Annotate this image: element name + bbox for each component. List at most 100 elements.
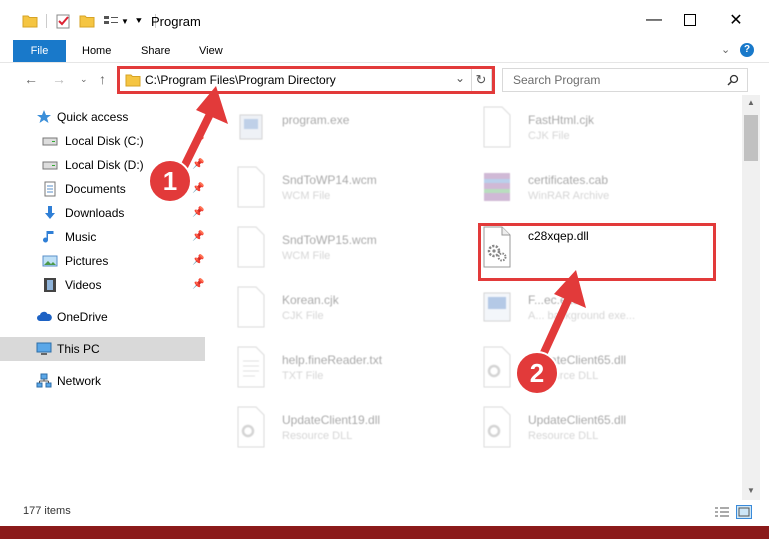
close-icon: ✕ xyxy=(729,12,743,29)
pin-icon[interactable]: 📌 xyxy=(192,207,204,219)
chevron-down-icon[interactable]: ▼ xyxy=(121,17,129,26)
minimize-icon: — xyxy=(646,11,662,28)
sidebar-item-label: Network xyxy=(57,374,102,388)
file-type: Resource DLL xyxy=(282,430,353,442)
view-options-icon[interactable] xyxy=(103,14,119,28)
exe-file-icon xyxy=(483,292,511,322)
file-item[interactable]: program.exe xyxy=(234,101,474,157)
music-icon xyxy=(43,231,54,243)
quick-access-toolbar: ▼ ⯆ xyxy=(22,12,156,30)
file-type: WinRAR Archive xyxy=(528,190,610,202)
large-icons-view-icon[interactable] xyxy=(736,505,752,519)
file-name: certificates.cab xyxy=(528,173,609,187)
pictures-icon xyxy=(42,255,58,267)
sidebar-item-label: Quick access xyxy=(57,110,129,124)
sidebar-item-onedrive[interactable]: OneDrive xyxy=(0,305,205,329)
details-view-icon[interactable] xyxy=(714,506,730,518)
scroll-up-icon[interactable]: ▲ xyxy=(747,98,755,107)
ribbon: File Home Share View ⌄ ? xyxy=(0,40,769,63)
step-marker-1: 1 xyxy=(148,159,192,203)
file-type: TXT File xyxy=(282,370,324,382)
scroll-thumb[interactable] xyxy=(744,115,758,161)
title-bar: ▼ ⯆ Program — ✕ xyxy=(0,0,769,40)
search-input[interactable]: Search Program xyxy=(513,73,600,87)
item-count: 177 items xyxy=(23,505,71,517)
file-item[interactable]: UpdateClient65.dll Resource DLL xyxy=(480,401,720,457)
forward-arrow-icon[interactable]: → xyxy=(52,71,66,87)
properties-icon[interactable] xyxy=(55,13,71,29)
file-name: help.fineReader.txt xyxy=(282,353,383,367)
downloads-icon xyxy=(45,206,55,219)
file-name: SndToWP15.wcm xyxy=(282,233,377,247)
maximize-button[interactable] xyxy=(667,0,713,40)
dll-file-icon xyxy=(483,406,511,448)
file-item[interactable]: help.fineReader.txt TXT File xyxy=(234,341,474,397)
sidebar-item-this-pc[interactable]: This PC xyxy=(0,337,205,361)
vertical-scrollbar[interactable]: ▲ ▼ xyxy=(742,95,760,500)
documents-icon xyxy=(44,181,56,197)
tab-home[interactable]: Home xyxy=(82,40,111,62)
search-box[interactable]: Search Program xyxy=(502,68,748,92)
close-button[interactable]: ✕ xyxy=(713,0,759,40)
maximize-icon xyxy=(684,14,696,26)
recent-locations-icon[interactable]: ⌄ xyxy=(80,74,88,85)
file-item[interactable]: F...ec.exe A... background exe... xyxy=(480,281,720,337)
search-icon[interactable] xyxy=(727,74,739,86)
sidebar-item-label: Pictures xyxy=(65,254,109,268)
expand-ribbon-icon[interactable]: ⌄ xyxy=(721,43,730,56)
folder-icon[interactable] xyxy=(22,14,38,28)
computer-icon xyxy=(36,342,52,355)
tab-view[interactable]: View xyxy=(199,40,223,62)
sidebar-item-pictures[interactable]: Pictures 📌 xyxy=(0,249,205,273)
back-arrow-icon[interactable]: ← xyxy=(24,71,38,87)
toolbar-divider xyxy=(38,14,47,28)
sidebar-item-label: This PC xyxy=(57,342,100,356)
sidebar-item-network[interactable]: Network xyxy=(0,369,205,393)
pin-icon[interactable]: 📌 xyxy=(192,255,204,267)
pin-icon[interactable]: 📌 xyxy=(192,231,204,243)
sidebar-item-label: Local Disk (C:) xyxy=(65,134,144,148)
drive-icon xyxy=(42,161,58,170)
sidebar-item-label: OneDrive xyxy=(57,310,108,324)
file-name: SndToWP14.wcm xyxy=(282,173,377,187)
file-type: Resource DLL xyxy=(528,430,599,442)
network-icon xyxy=(36,373,52,388)
file-type: WCM File xyxy=(282,250,331,262)
file-name: UpdateClient65.dll xyxy=(528,413,627,427)
sidebar-item-label: Local Disk (D:) xyxy=(65,158,144,172)
file-item[interactable]: UpdateClient19.dll Resource DLL xyxy=(234,401,474,457)
file-item[interactable]: Korean.cjk CJK File xyxy=(234,281,474,337)
customize-toolbar-icon[interactable]: ⯆ xyxy=(135,16,143,27)
file-icon xyxy=(237,226,265,268)
file-item[interactable]: SndToWP14.wcm WCM File xyxy=(234,161,474,217)
file-item[interactable]: SndToWP15.wcm WCM File xyxy=(234,221,474,277)
star-icon xyxy=(37,110,51,123)
dll-file-icon xyxy=(483,346,511,388)
file-item[interactable]: FastHtml.cjk CJK File xyxy=(480,101,720,157)
explorer-window: ▼ ⯆ Program — ✕ File Home Share View ⌄ ?… xyxy=(0,0,769,526)
file-list: program.exe FastHtml.cjk CJK File SndToW… xyxy=(210,95,742,495)
sidebar-item-music[interactable]: Music 📌 xyxy=(0,225,205,249)
file-type: WCM File xyxy=(282,190,331,202)
tab-share[interactable]: Share xyxy=(141,40,170,62)
file-name: FastHtml.cjk xyxy=(528,113,594,127)
file-icon xyxy=(237,286,265,328)
sidebar-item-downloads[interactable]: Downloads 📌 xyxy=(0,201,205,225)
text-file-icon xyxy=(237,346,265,388)
sidebar-item-label: Documents xyxy=(65,182,126,196)
tab-file[interactable]: File xyxy=(13,40,66,62)
drive-icon xyxy=(42,137,58,146)
sidebar-item-videos[interactable]: Videos 📌 xyxy=(0,273,205,297)
file-item[interactable]: certificates.cab WinRAR Archive xyxy=(480,161,720,217)
window-title: Program xyxy=(151,14,201,29)
new-folder-icon[interactable] xyxy=(79,14,95,28)
dll-file-icon xyxy=(237,406,265,448)
file-icon xyxy=(483,106,511,148)
videos-icon xyxy=(44,278,56,292)
archive-file-icon xyxy=(484,173,510,201)
cloud-icon xyxy=(37,311,52,321)
pin-icon[interactable]: 📌 xyxy=(192,279,204,291)
help-icon[interactable]: ? xyxy=(740,43,754,57)
scroll-down-icon[interactable]: ▼ xyxy=(747,486,755,495)
up-arrow-icon[interactable]: ↑ xyxy=(99,71,106,87)
